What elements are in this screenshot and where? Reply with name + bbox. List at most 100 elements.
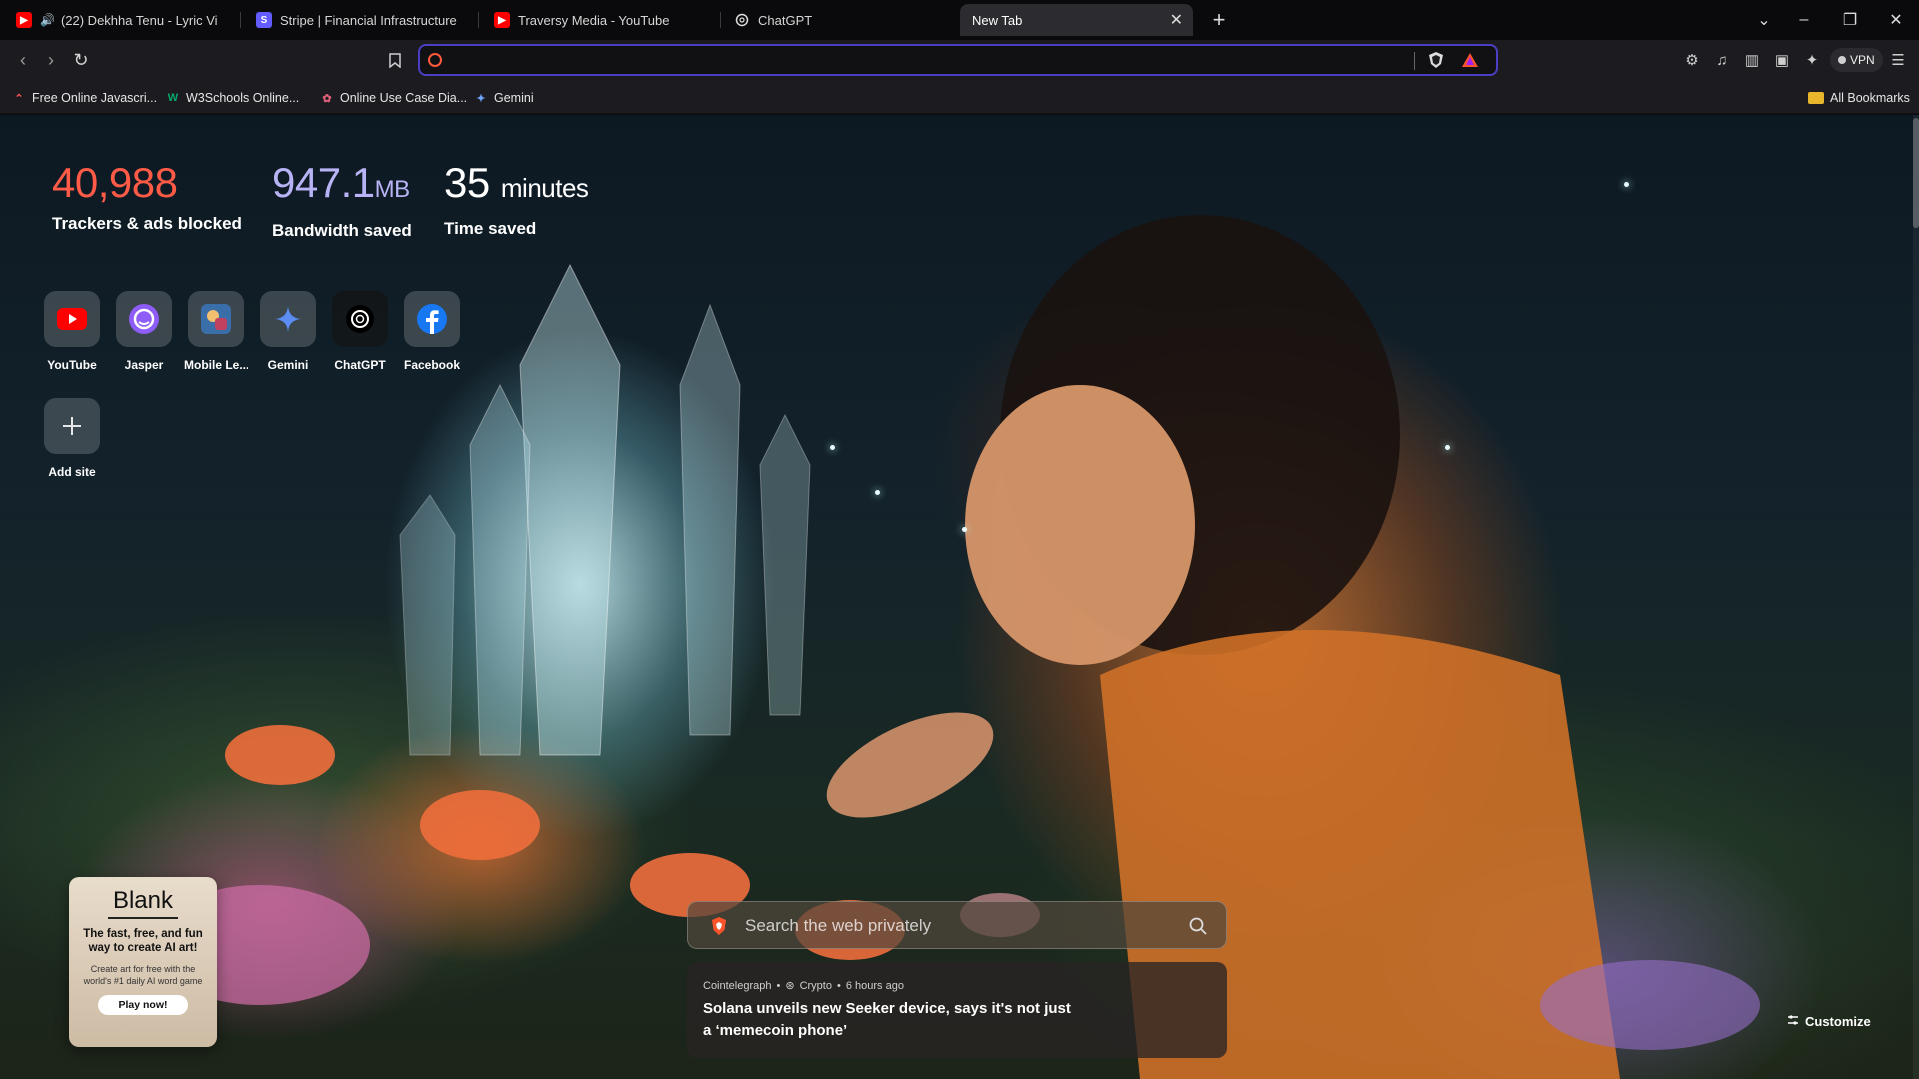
news-card[interactable]: Cointelegraph • ⊛ Crypto • 6 hours ago S… (687, 962, 1227, 1058)
sliders-icon (1787, 1014, 1799, 1029)
search-engine-icon (428, 53, 442, 67)
top-site-label: Jasper (124, 358, 164, 372)
top-site-label: Gemini (267, 358, 309, 372)
url-input[interactable] (448, 48, 1408, 72)
trackers-count: 40,988 (52, 159, 178, 206)
forward-button[interactable]: › (38, 48, 64, 72)
trackers-caption: Trackers & ads blocked (52, 214, 242, 233)
wallet-icon[interactable]: ▣ (1770, 48, 1794, 72)
meta-separator: • (836, 979, 841, 992)
back-button[interactable]: ‹ (10, 48, 36, 72)
visual-paradigm-icon: ✿ (322, 92, 332, 105)
stat-time: 35 minutes Time saved (444, 159, 589, 239)
gemini-icon: ✦ (476, 92, 486, 105)
bookmark-page-icon[interactable] (384, 48, 406, 72)
stat-bandwidth: 947.1MB Bandwidth saved (272, 160, 412, 241)
stripe-icon: S (256, 12, 272, 28)
tab-stripe[interactable]: S Stripe | Financial Infrastructure to G (244, 4, 470, 36)
top-site-label: YouTube (47, 358, 97, 372)
media-icon[interactable]: ♫ (1710, 48, 1734, 72)
all-bookmarks-label: All Bookmarks (1830, 91, 1910, 105)
vpn-label: VPN (1850, 53, 1875, 67)
promo-headline: The fast, free, and fun way to create AI… (83, 928, 203, 954)
folder-icon (1808, 92, 1824, 104)
meta-separator: • (776, 979, 781, 992)
top-site-label: Facebook (403, 358, 460, 372)
close-window-button[interactable]: ✕ (1878, 6, 1914, 34)
jasper-icon (116, 291, 172, 347)
tab-dekhha-tenu[interactable]: ▶ 🔊 (22) Dekhha Tenu - Lyric Video| (4, 4, 230, 36)
chatgpt-icon (734, 12, 750, 28)
time-caption: Time saved (444, 219, 537, 238)
search-icon[interactable] (1188, 916, 1208, 936)
add-site-button[interactable]: Add site (40, 398, 104, 479)
play-now-button[interactable]: Play now! (98, 995, 188, 1015)
time-value: 35 (444, 159, 490, 206)
vpn-status-icon (1838, 56, 1846, 64)
tab-title: New Tab (972, 12, 1023, 28)
tab-title: Traversy Media - YouTube (518, 12, 670, 28)
promo-title: Blank (112, 887, 174, 914)
mobile-legends-icon (188, 291, 244, 347)
sparkle (830, 445, 835, 450)
tab-traversy[interactable]: ▶ Traversy Media - YouTube (482, 4, 708, 36)
customize-button[interactable]: Customize (1787, 1014, 1871, 1029)
scrollbar-thumb[interactable] (1913, 118, 1919, 228)
bandwidth-value: 947.1 (272, 159, 375, 206)
promo-divider (108, 917, 178, 919)
minimize-button[interactable]: – (1786, 6, 1822, 34)
chatgpt-icon (332, 291, 388, 347)
tab-separator (240, 12, 241, 28)
menu-icon[interactable]: ☰ (1886, 48, 1910, 72)
top-site-facebook[interactable]: Facebook (400, 291, 464, 372)
address-bar[interactable] (418, 44, 1498, 76)
w3schools-icon: W (167, 92, 179, 104)
page-scrollbar[interactable] (1913, 115, 1919, 1079)
close-icon[interactable]: ✕ (1170, 10, 1183, 30)
tab-search-dropdown-icon[interactable]: ⌄ (1746, 6, 1782, 34)
bookmarks-bar: ⌃ Free Online Javascri... W W3Schools On… (0, 80, 1919, 114)
brave-rewards-icon[interactable] (1460, 50, 1480, 70)
restore-button[interactable]: ❐ (1832, 6, 1868, 34)
tab-separator (478, 12, 479, 28)
reload-button[interactable]: ↻ (68, 48, 94, 72)
youtube-icon: ▶ (16, 12, 32, 28)
brave-shields-icon[interactable] (1426, 50, 1446, 70)
search-box[interactable] (687, 901, 1227, 949)
tab-title: (22) Dekhha Tenu - Lyric Video| (60, 12, 218, 28)
sponsored-card[interactable]: Blank The fast, free, and fun way to cre… (69, 877, 217, 1047)
bookmark-item[interactable]: ⌃ Free Online Javascri... (12, 88, 157, 108)
search-input[interactable] (745, 914, 1155, 938)
bookmark-label: Gemini (494, 91, 534, 105)
tab-new-tab[interactable]: New Tab ✕ (960, 4, 1193, 36)
bookmark-item[interactable]: ✦ Gemini (474, 88, 534, 108)
news-headline[interactable]: Solana unveils new Seeker device, says i… (703, 998, 1083, 1042)
bookmark-item[interactable]: W W3Schools Online... (166, 88, 299, 108)
leo-ai-icon[interactable]: ✦ (1800, 48, 1824, 72)
bookmark-label: W3Schools Online... (186, 91, 300, 105)
sidebar-icon[interactable]: ▥ (1740, 48, 1764, 72)
sparkle (1445, 445, 1450, 450)
stat-trackers: 40,988 Trackers & ads blocked (52, 160, 242, 234)
all-bookmarks-button[interactable]: All Bookmarks (1808, 88, 1910, 108)
toolbar: ‹ › ↻ ⚙ ♫ ▥ ▣ ✦ VPN ☰ (0, 40, 1919, 80)
top-site-youtube[interactable]: YouTube (40, 291, 104, 372)
extensions-icon[interactable]: ⚙ (1680, 48, 1704, 72)
top-site-label: Mobile Le... (184, 358, 248, 372)
brave-logo-icon (710, 916, 728, 936)
youtube-icon (44, 291, 100, 347)
news-meta: Cointelegraph • ⊛ Crypto • 6 hours ago (703, 979, 904, 993)
top-site-mobile-legends[interactable]: Mobile Le... (184, 291, 248, 372)
top-site-gemini[interactable]: Gemini (256, 291, 320, 372)
new-tab-button[interactable]: + (1205, 6, 1233, 34)
vpn-button[interactable]: VPN (1830, 48, 1883, 72)
promo-subtext: Create art for free with the world's #1 … (83, 964, 203, 986)
bookmark-item[interactable]: ✿ Online Use Case Dia... (320, 88, 467, 108)
bandwidth-caption: Bandwidth saved (272, 221, 412, 240)
audio-playing-icon[interactable]: 🔊 (40, 13, 55, 27)
tab-strip: ▶ 🔊 (22) Dekhha Tenu - Lyric Video| S St… (0, 0, 1919, 40)
top-site-chatgpt[interactable]: ChatGPT (328, 291, 392, 372)
tab-chatgpt[interactable]: ChatGPT (722, 4, 948, 36)
bookmark-label: Free Online Javascri... (32, 91, 158, 105)
top-site-jasper[interactable]: Jasper (112, 291, 176, 372)
